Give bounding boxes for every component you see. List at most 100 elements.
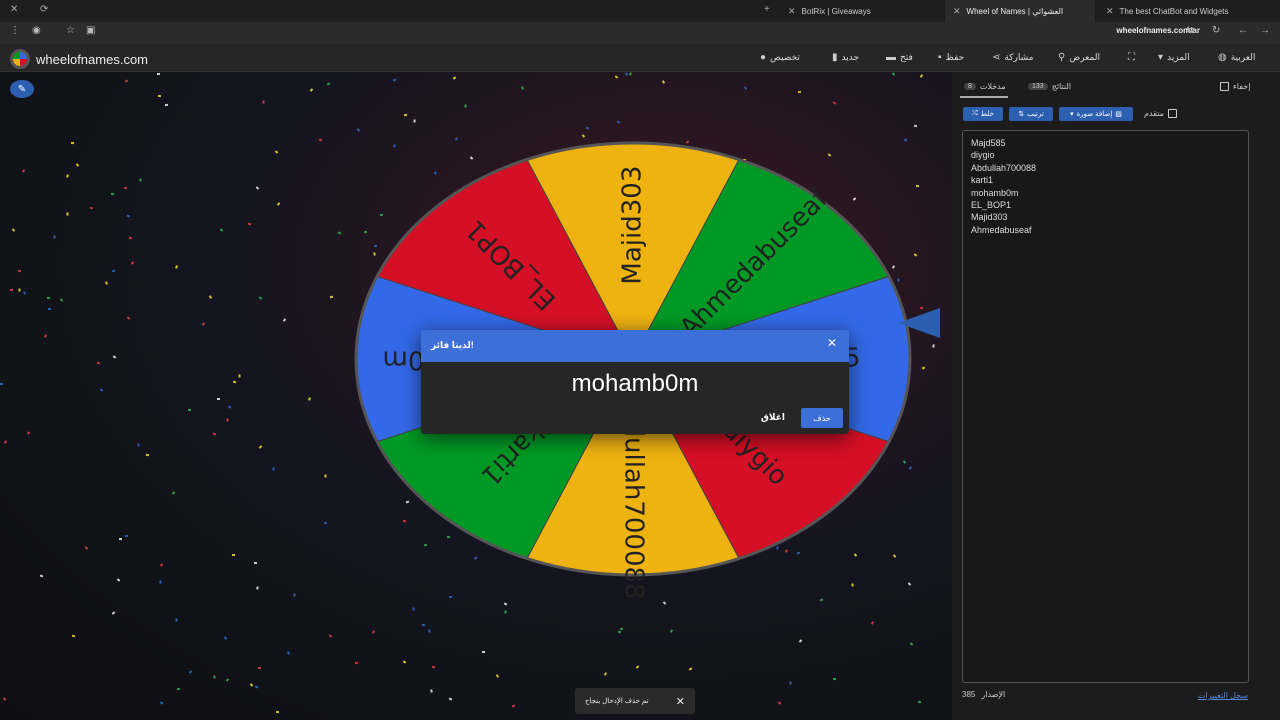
gallery-button[interactable]: ⚲ المعرض — [1058, 52, 1100, 63]
tab-chatbot[interactable]: ✕ The best ChatBot and Widgets — [1098, 0, 1258, 22]
back-icon[interactable]: ← — [1238, 25, 1248, 36]
confetti-piece — [175, 265, 178, 269]
confetti-piece — [258, 296, 263, 300]
language-label: العربية — [1230, 52, 1256, 62]
settings-icon[interactable]: ⇆ — [1186, 25, 1194, 36]
extension-icon[interactable]: ▣ — [86, 25, 95, 36]
confetti-piece — [159, 701, 164, 705]
add-image-button[interactable]: ▾ إضافة صورة ▨ — [1059, 107, 1133, 121]
shuffle-button[interactable]: ⤮ خلط — [963, 107, 1003, 121]
confetti-piece — [53, 235, 56, 239]
confetti-piece — [257, 666, 262, 670]
entries-count-badge: 8 — [964, 83, 976, 90]
confetti-piece — [159, 580, 162, 584]
tab-close-icon[interactable]: ✕ — [953, 6, 961, 17]
file-icon: ▮ — [832, 52, 838, 63]
save-button[interactable]: ▪ حفظ — [938, 52, 964, 63]
tab-title: Wheel of Names | العشوائي — [966, 6, 1064, 16]
edit-pencil-button[interactable]: ✎ — [10, 80, 34, 98]
confetti-piece — [123, 186, 128, 190]
advanced-toggle[interactable]: متقدم — [1144, 109, 1177, 118]
tab-botrix[interactable]: ✕ BotRix | Giveaways — [780, 0, 945, 22]
tracking-icon[interactable]: ◉ — [32, 25, 41, 36]
confetti-piece — [913, 124, 918, 128]
confetti-piece — [629, 72, 632, 76]
confetti-piece — [187, 408, 192, 412]
confetti-piece — [932, 344, 935, 348]
confetti-piece — [891, 72, 896, 76]
save-icon: ▪ — [938, 52, 942, 63]
tab-title: BotRix | Giveaways — [801, 6, 871, 16]
confetti-piece — [520, 86, 525, 90]
confetti-piece — [157, 94, 162, 98]
changelog-link[interactable]: سجل التغييرات — [1198, 691, 1248, 700]
confetti-piece — [921, 366, 926, 370]
toast-message: تم حذف الإدخال بنجاح — [585, 698, 649, 705]
confetti-piece — [216, 397, 221, 401]
toast-close-icon[interactable]: ✕ — [676, 695, 685, 708]
confetti-piece — [324, 474, 327, 478]
tab-close-icon[interactable]: ✕ — [788, 6, 796, 17]
confetti-piece — [118, 537, 123, 541]
confetti-piece — [309, 88, 314, 92]
sort-label: ترتيب — [1027, 111, 1044, 118]
dialog-header: لدينا فائز! ✕ — [421, 330, 849, 362]
hide-toggle[interactable]: إخفاء — [1220, 82, 1250, 91]
confetti-piece — [421, 623, 426, 627]
fullscreen-button[interactable]: ⛶ — [1128, 52, 1135, 63]
close-button[interactable]: اغلاق — [761, 412, 785, 423]
confetti-piece — [43, 334, 48, 338]
reload-page-icon[interactable]: ↻ — [1212, 25, 1220, 36]
more-menu[interactable]: ▾ المزيد — [1158, 52, 1190, 63]
sort-icon: ⇅ — [1018, 111, 1025, 118]
entries-textarea[interactable]: Majd585 diygio Abdullah700088 karti1 moh… — [962, 130, 1249, 683]
confetti-piece — [111, 611, 116, 615]
confetti-piece — [870, 621, 875, 625]
new-tab-icon[interactable]: + — [764, 4, 770, 15]
confetti-piece — [227, 405, 232, 409]
tab-close-icon[interactable]: ✕ — [1106, 6, 1114, 17]
confetti-piece — [59, 298, 64, 302]
confetti-piece — [66, 174, 69, 178]
wheel-logo-icon — [10, 49, 30, 69]
confetti-piece — [431, 665, 436, 669]
confetti-piece — [276, 202, 281, 206]
customize-button[interactable]: ● تخصيص — [760, 52, 800, 63]
confetti-piece — [915, 184, 920, 188]
confetti-piece — [318, 138, 323, 142]
language-menu[interactable]: ◍ العربية — [1218, 52, 1255, 63]
entry-line: karti1 — [971, 175, 994, 186]
remove-button[interactable]: حذف — [801, 408, 843, 428]
bookmark-star-icon[interactable]: ☆ — [66, 25, 75, 36]
pencil-icon: ✎ — [17, 83, 27, 95]
confetti-piece — [112, 355, 117, 359]
confetti-piece — [137, 443, 140, 447]
confetti-piece — [258, 445, 263, 449]
share-button[interactable]: ⋖ مشاركة — [992, 52, 1033, 63]
globe-icon: ◍ — [1218, 52, 1227, 63]
forward-icon[interactable]: → — [1260, 25, 1270, 36]
close-icon[interactable]: ✕ — [827, 336, 837, 350]
confetti-piece — [126, 214, 131, 218]
confetti-piece — [282, 318, 287, 322]
open-button[interactable]: ▬ فتح — [886, 52, 913, 63]
confetti-piece — [614, 75, 619, 79]
new-button[interactable]: ▮ جديد — [832, 52, 859, 63]
reload-icon[interactable]: ⟳ — [40, 4, 48, 15]
winner-dialog: لدينا فائز! ✕ mohamb0m اغلاق حذف — [421, 330, 849, 434]
tab-results[interactable]: 133 النتائج — [1028, 82, 1071, 91]
search-icon: ⚲ — [1058, 52, 1066, 63]
site-logo[interactable]: wheelofnames.com — [10, 49, 148, 69]
confetti-piece — [328, 634, 333, 638]
tab-wheel-of-names[interactable]: ✕ Wheel of Names | العشوائي — [945, 0, 1095, 22]
close-window-icon[interactable]: ✕ — [10, 4, 18, 15]
sort-button[interactable]: ⇅ ترتيب — [1009, 107, 1053, 121]
confetti-piece — [111, 269, 116, 273]
dialog-title: لدينا فائز! — [431, 340, 474, 350]
advanced-checkbox[interactable] — [1167, 109, 1177, 118]
menu-icon[interactable]: ⋮ — [10, 25, 20, 36]
confetti-piece — [253, 561, 258, 565]
advanced-label: متقدم — [1144, 109, 1164, 118]
hide-checkbox[interactable] — [1220, 82, 1229, 91]
tab-entries[interactable]: 8 مدخلات — [964, 82, 1006, 91]
